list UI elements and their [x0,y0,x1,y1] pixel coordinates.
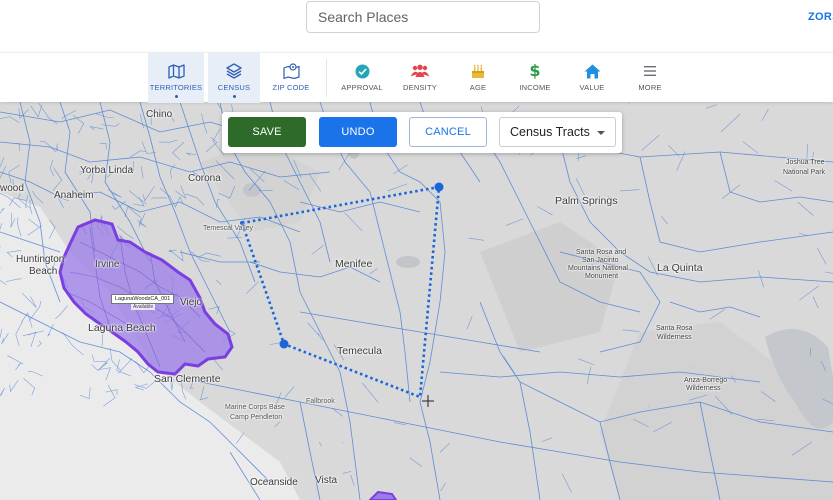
place-label: San Jacinto [582,257,619,264]
place-label: wood [0,183,24,194]
tab-more-label: MORE [638,83,662,92]
cancel-button[interactable]: CANCEL [409,117,487,147]
place-label: Corona [188,173,221,184]
tab-approval-label: APPROVAL [341,83,383,92]
place-label: Anza-Borrego [684,377,728,384]
undo-button[interactable]: UNDO [319,117,397,147]
place-label: Joshua Tree [786,159,825,166]
place-label: Huntington [16,254,65,265]
active-indicator [174,95,178,98]
place-label: Temecula [337,345,382,357]
polygon-vertex [279,339,289,349]
place-label: Laguna Beach [88,322,156,334]
tab-income[interactable]: $ INCOME [513,53,557,103]
tab-zip-code-label: ZIP CODE [272,83,310,92]
chevron-down-icon [597,131,605,135]
brand-link[interactable]: ZORS [808,11,833,23]
check-circle-icon [353,62,371,80]
tab-value-label: VALUE [579,83,605,92]
place-label: Irvine [95,259,120,270]
place-label: Viejo [180,297,203,308]
toolbar-divider [326,59,327,97]
search-box[interactable] [306,1,540,33]
tab-income-label: INCOME [519,83,551,92]
territory-name-label[interactable]: LagunaWoodsCA_001 [111,294,175,304]
tab-value[interactable]: VALUE [571,53,613,103]
top-header: ZORS [0,0,833,42]
place-label: Fallbrook [306,398,335,405]
place-label: Chino [146,109,173,120]
place-label: Yorba Linda [80,165,134,176]
menu-icon [641,62,659,80]
place-label: National Park [783,169,826,176]
save-button[interactable]: SAVE [228,117,306,147]
place-label: Marine Corps Base [225,404,285,411]
place-label: Monument [585,273,619,280]
tab-more[interactable]: MORE [630,53,670,103]
place-label: Menifee [335,258,373,270]
layer-toolbar: TERRITORIES CENSUS ZIP CODE APPROVAL DEN… [0,52,833,103]
polygon-vertex [434,182,444,192]
tab-age[interactable]: AGE [458,53,498,103]
tab-territories[interactable]: TERRITORIES [148,53,204,103]
tab-approval[interactable]: APPROVAL [337,53,387,103]
place-label: Beach [29,266,58,277]
tab-density-label: DENSITY [403,83,437,92]
active-indicator [232,95,236,98]
zip-map-icon [282,62,300,80]
place-label: Oceanside [250,477,298,488]
layer-type-value: Census Tracts [510,125,590,139]
place-label: Vista [315,475,338,486]
tab-zip-code[interactable]: ZIP CODE [266,53,316,103]
place-label: Palm Springs [555,195,618,207]
place-label: Wilderness [686,385,721,392]
cake-icon [469,62,487,80]
place-label: Wilderness [657,334,692,341]
place-label: Santa Rosa [656,325,693,332]
place-label: Mountains National [568,265,628,272]
search-input[interactable] [307,2,539,32]
edit-action-panel: SAVE UNDO CANCEL Census Tracts [222,112,622,153]
place-label: Santa Rosa and [576,249,627,256]
territory-status-label: Available [131,304,156,310]
place-label: Camp Pendleton [230,414,283,421]
crosshair-cursor-icon [422,395,434,407]
tab-density[interactable]: DENSITY [397,53,443,103]
map-icon [167,62,185,80]
tab-census-label: CENSUS [217,83,251,92]
place-label: Temescal Valley [203,225,254,232]
place-label: Anaheim [54,190,94,201]
place-label: San Clemente [154,373,221,385]
map-canvas[interactable]: Chino Yorba Linda Anaheim wood Corona Hu… [0,102,833,500]
place-label: La Quinta [657,262,703,274]
tab-age-label: AGE [469,83,487,92]
tab-census[interactable]: CENSUS [208,53,260,103]
layers-icon [225,62,243,80]
layer-type-select[interactable]: Census Tracts [499,117,616,147]
people-icon [411,62,429,80]
home-icon [583,62,601,80]
tab-territories-label: TERRITORIES [149,83,203,92]
dollar-icon: $ [529,61,541,80]
